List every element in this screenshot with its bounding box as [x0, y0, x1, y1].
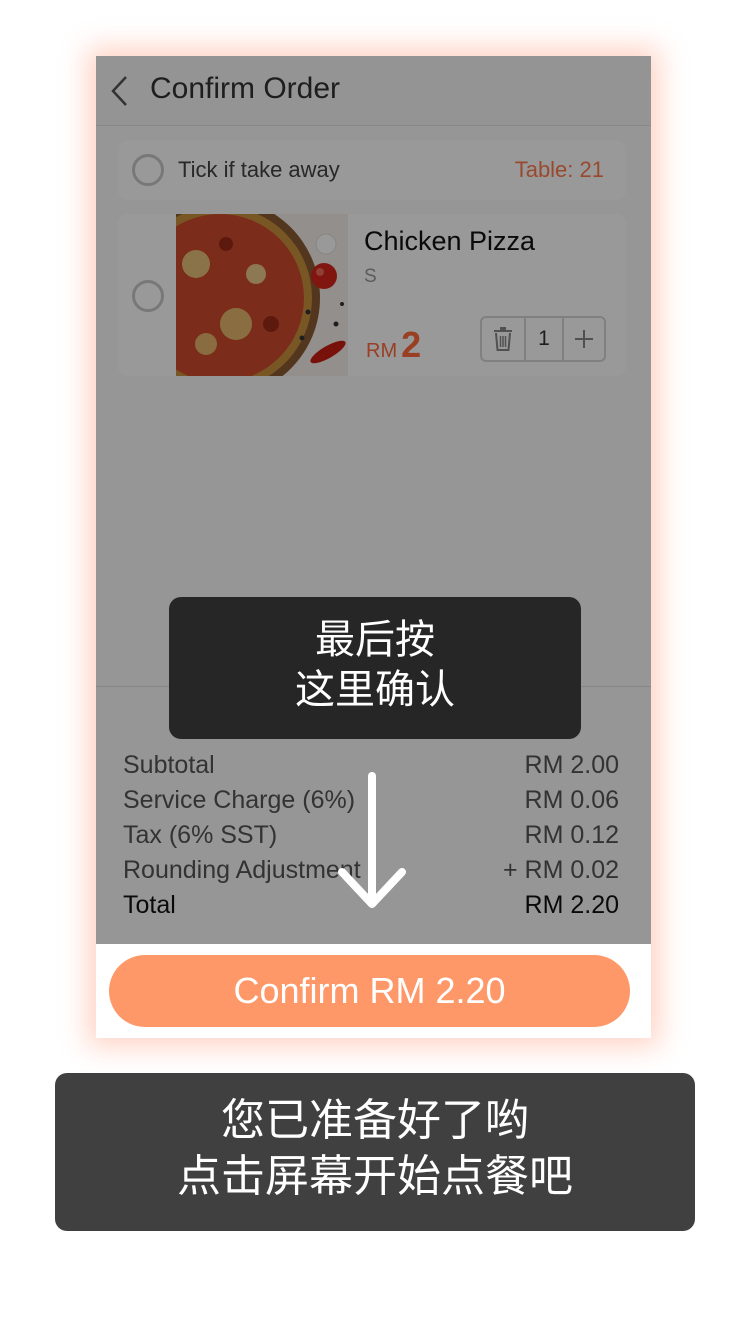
tooltip-start-hint[interactable]: 您已准备好了哟 点击屏幕开始点餐吧 [55, 1073, 695, 1231]
tooltip-line-1: 您已准备好了哟 [221, 1095, 529, 1146]
tooltip-line-1: 最后按 [315, 617, 435, 663]
tooltip-line-2: 这里确认 [295, 667, 455, 713]
confirm-bar: Confirm RM 2.20 [96, 944, 651, 1038]
tooltip-confirm-hint: 最后按 这里确认 [169, 597, 581, 739]
arrow-down-icon [338, 772, 406, 908]
tooltip-line-2: 点击屏幕开始点餐吧 [177, 1151, 573, 1202]
confirm-button[interactable]: Confirm RM 2.20 [109, 955, 630, 1027]
